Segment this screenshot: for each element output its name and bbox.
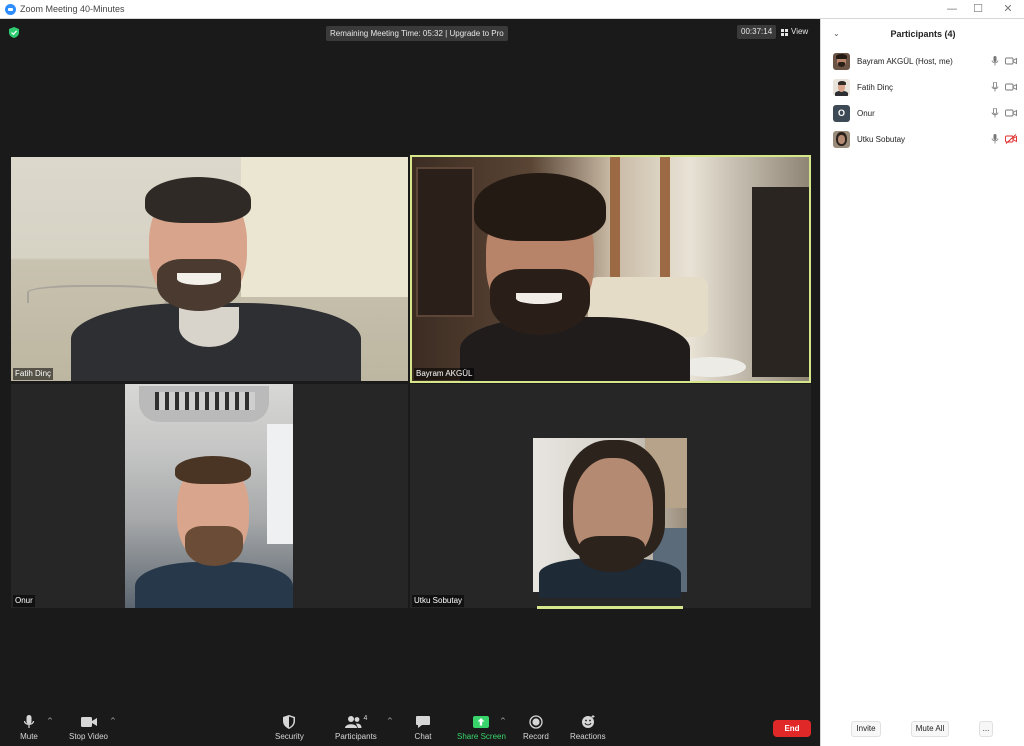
participants-button[interactable]: 4 Participants	[335, 715, 377, 741]
tile-name-label: Utku Sobutay	[412, 595, 465, 607]
chat-bubble-icon	[416, 716, 430, 728]
tile-name-label: Fatih Dinç	[13, 368, 54, 380]
video-tile-fatih[interactable]: Fatih Dinç	[11, 157, 408, 381]
zoom-window: Zoom Meeting 40-Minutes — ☐ ✕ Remaining …	[0, 0, 1024, 746]
video-tile-utku[interactable]: Utku Sobutay	[410, 384, 811, 608]
participants-panel: ⌄ Participants (4) Bayram AKGÜL (Host, m…	[820, 19, 1024, 746]
video-camera-icon[interactable]	[1005, 56, 1017, 66]
chat-label: Chat	[414, 732, 432, 741]
security-button[interactable]: Security	[275, 715, 304, 741]
share-screen-label: Share Screen	[457, 732, 506, 741]
participant-row[interactable]: Fatih Dinç	[833, 77, 1017, 97]
avatar	[833, 78, 850, 96]
close-button[interactable]: ✕	[996, 1, 1020, 17]
participant-row[interactable]: Bayram AKGÜL (Host, me)	[833, 51, 1017, 71]
stop-video-button[interactable]: Stop Video	[69, 715, 108, 741]
video-options-caret[interactable]: ^	[110, 717, 116, 725]
video-camera-icon	[80, 717, 97, 727]
reactions-button[interactable]: Reactions	[570, 715, 606, 741]
zoom-logo-icon	[5, 3, 16, 15]
participants-label: Participants	[335, 732, 377, 741]
participants-options-caret[interactable]: ^	[387, 717, 393, 725]
participants-count: 4	[363, 715, 368, 722]
end-meeting-button[interactable]: End	[773, 720, 811, 737]
participant-name: Utku Sobutay	[857, 134, 906, 144]
title-bar: Zoom Meeting 40-Minutes — ☐ ✕	[0, 0, 1024, 19]
microphone-icon[interactable]	[989, 82, 1001, 92]
panel-actions: Invite Mute All ...	[821, 721, 1024, 739]
microphone-icon[interactable]	[989, 108, 1001, 118]
record-icon	[529, 715, 543, 729]
microphone-icon	[23, 715, 35, 728]
mute-label: Mute	[20, 732, 38, 741]
video-camera-icon[interactable]	[1005, 82, 1017, 92]
participant-row[interactable]: Utku Sobutay	[833, 129, 1017, 149]
record-label: Record	[523, 732, 549, 741]
mute-button[interactable]: Mute	[20, 715, 38, 741]
video-camera-icon[interactable]	[1005, 108, 1017, 118]
avatar-initial: O	[833, 104, 850, 122]
encryption-shield-icon[interactable]	[9, 27, 19, 38]
video-feed	[533, 438, 687, 598]
view-label: View	[791, 27, 809, 36]
invite-button[interactable]: Invite	[851, 721, 881, 737]
tile-name-label: Onur	[13, 595, 35, 607]
reactions-label: Reactions	[570, 732, 606, 741]
video-off-icon[interactable]	[1005, 134, 1017, 144]
security-shield-icon	[283, 715, 296, 729]
meeting-area: Remaining Meeting Time: 05:32 | Upgrade …	[0, 19, 820, 746]
participant-name: Bayram AKGÜL (Host, me)	[857, 56, 953, 66]
audio-options-caret[interactable]: ^	[47, 717, 53, 725]
participants-icon	[345, 716, 362, 728]
microphone-icon[interactable]	[989, 56, 1001, 66]
video-tile-onur[interactable]: Onur	[11, 384, 408, 608]
tile-name-label: Bayram AKGÜL	[414, 368, 475, 380]
avatar	[833, 130, 850, 148]
chat-button[interactable]: Chat	[414, 715, 432, 741]
maximize-button[interactable]: ☐	[966, 1, 990, 17]
elapsed-time: 00:37:14	[737, 25, 777, 39]
mute-all-button[interactable]: Mute All	[911, 721, 949, 737]
stop-video-label: Stop Video	[69, 732, 108, 741]
participant-name: Onur	[857, 108, 875, 118]
participant-row[interactable]: O Onur	[833, 103, 1017, 123]
more-options-button[interactable]: ...	[979, 721, 993, 737]
avatar	[833, 52, 850, 70]
share-options-caret[interactable]: ^	[500, 717, 506, 725]
window-title: Zoom Meeting 40-Minutes	[20, 4, 125, 14]
remaining-time-banner[interactable]: Remaining Meeting Time: 05:32 | Upgrade …	[326, 26, 508, 41]
video-feed	[125, 384, 293, 608]
participant-name: Fatih Dinç	[857, 82, 894, 92]
security-label: Security	[275, 732, 304, 741]
grid-icon	[781, 28, 788, 36]
minimize-button[interactable]: —	[940, 1, 964, 17]
record-button[interactable]: Record	[523, 715, 549, 741]
video-tile-bayram-active-speaker[interactable]: Bayram AKGÜL	[410, 155, 811, 383]
meeting-toolbar: Mute ^ Stop Video ^ Security 4 Participa…	[0, 700, 820, 746]
active-speaker-indicator	[537, 606, 683, 609]
share-screen-button[interactable]: Share Screen	[457, 715, 506, 741]
view-button[interactable]: View	[781, 25, 808, 39]
microphone-icon[interactable]	[989, 134, 1001, 144]
share-screen-arrow-icon	[473, 716, 490, 728]
panel-title: Participants (4)	[890, 29, 956, 39]
smiley-reaction-icon	[581, 715, 595, 728]
